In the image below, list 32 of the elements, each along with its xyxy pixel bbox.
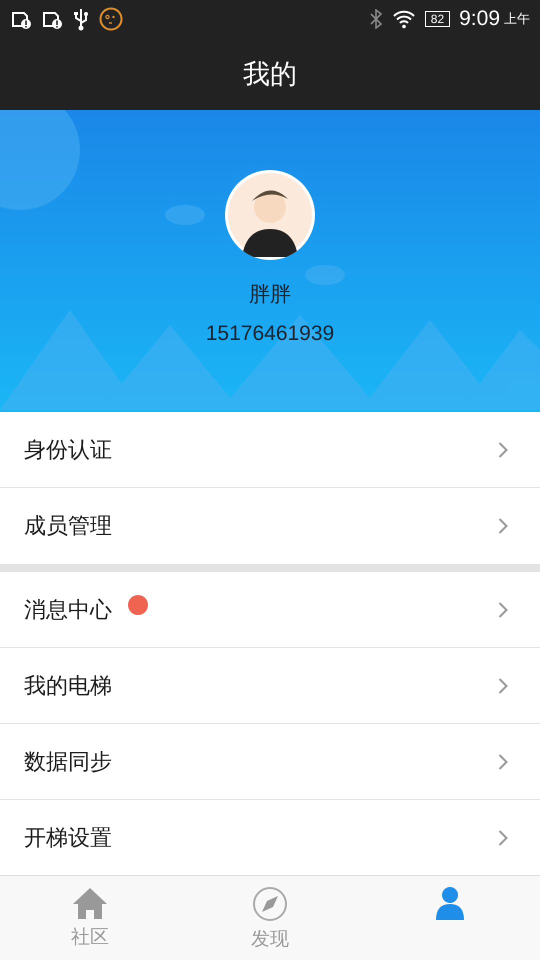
wifi-icon [392,8,416,28]
menu-label: 成员管理 [24,513,112,541]
cloud-drawing [305,265,345,285]
chevron-icon [498,752,508,770]
chevron-icon [498,676,508,694]
chevron-icon [498,600,508,618]
compass-icon [252,886,288,922]
menu-label: 开梯设置 [24,825,112,853]
page-title: 我的 [243,58,297,92]
menu-label: 身份认证 [24,436,112,464]
menu-item[interactable]: 成员管理 [0,488,540,564]
chevron-icon [498,517,508,535]
menu-label: 我的电梯 [24,672,112,700]
chevron-icon [498,440,508,458]
menu-item[interactable]: 数据同步 [0,724,540,800]
menu-item[interactable]: 我的电梯 [0,648,540,724]
face-icon [99,6,123,30]
user-name: 胖胖 [249,281,291,308]
clock-period: 上午 [504,10,530,28]
battery-level: 82 [424,10,450,26]
usb-icon [72,6,90,30]
home-icon [71,886,109,920]
cloud-drawing [165,205,205,225]
menu-item[interactable]: 消息中心 [0,572,540,648]
menu-label: 数据同步 [24,748,112,776]
chevron-icon [498,829,508,847]
phone-number: 15176461939 [206,322,334,346]
menu-label: 消息中心 [24,596,112,624]
menu-item[interactable]: 开梯设置 [0,800,540,875]
bluetooth-off-icon [368,8,383,28]
clock-time: 9:09 [459,6,500,30]
menu-item[interactable]: 身份认证 [0,412,540,488]
